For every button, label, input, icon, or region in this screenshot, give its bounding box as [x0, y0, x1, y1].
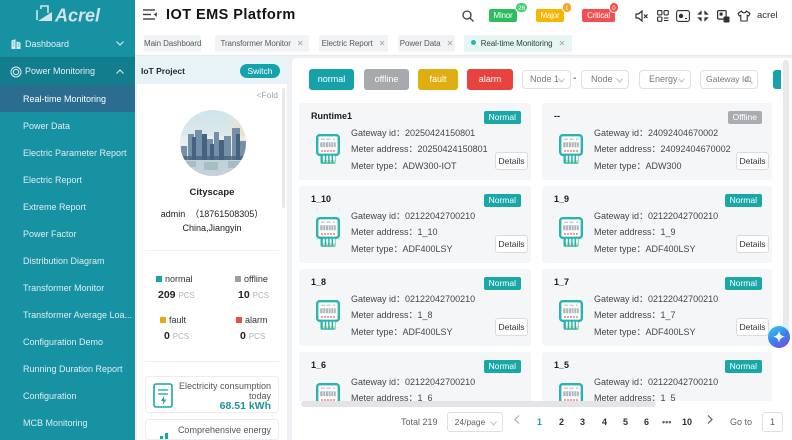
svg-text:Acrel: Acrel — [54, 6, 101, 26]
